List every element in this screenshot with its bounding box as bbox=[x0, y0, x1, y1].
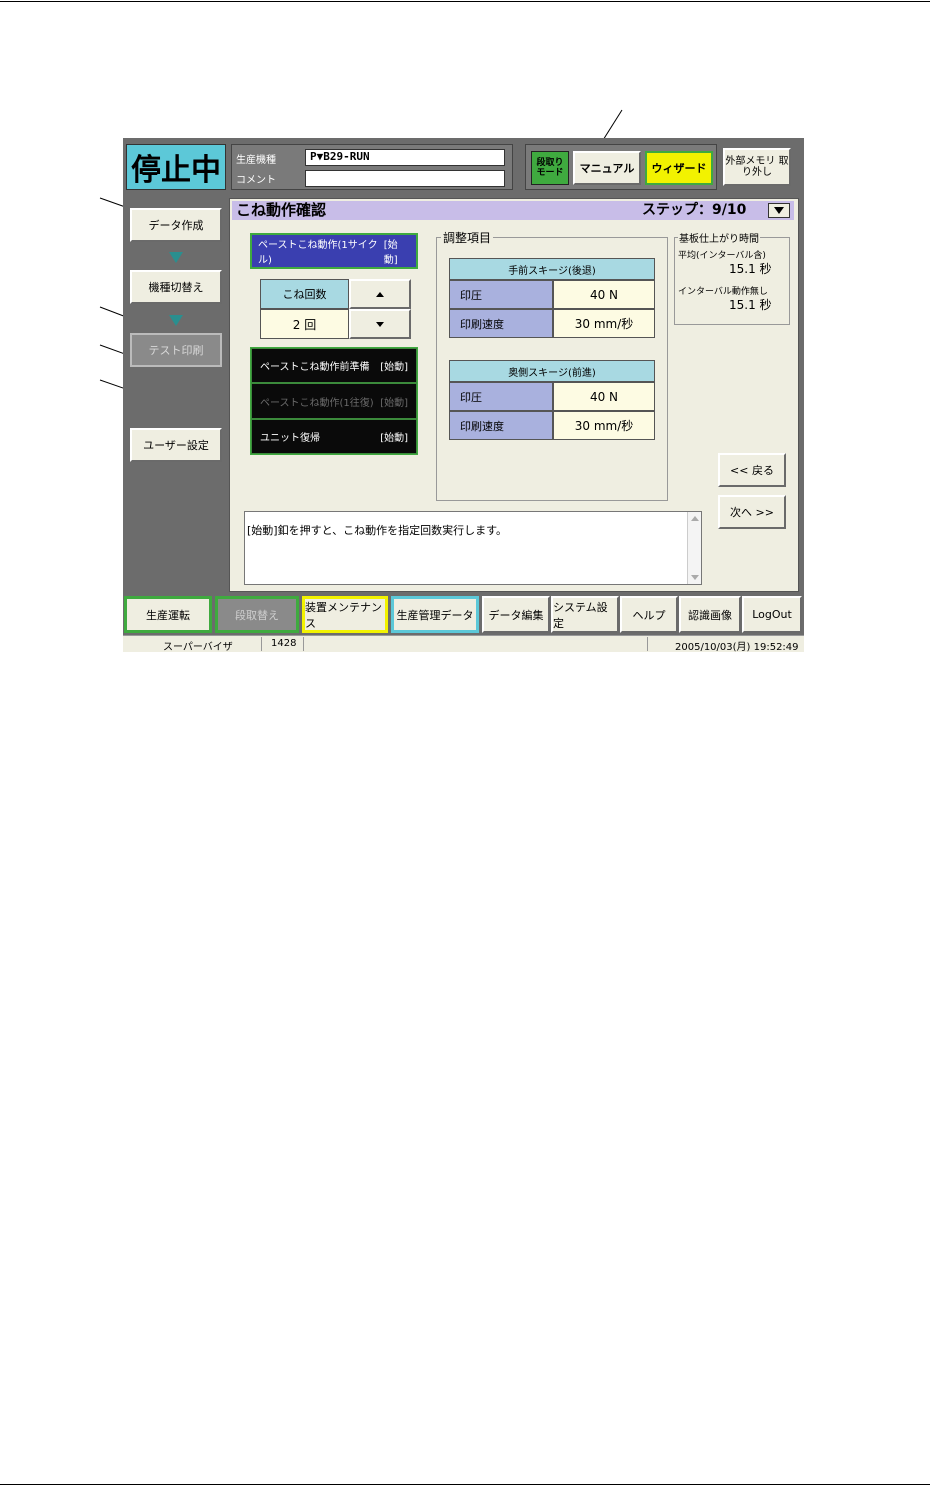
mode-group: 段取り モード マニュアル ウィザード bbox=[525, 144, 717, 190]
down-arrow-icon bbox=[169, 252, 183, 263]
count-box: こね回数 2 回 bbox=[260, 279, 412, 339]
sidebar-item-data-create[interactable]: データ作成 bbox=[130, 208, 222, 242]
unit-return-label: ユニット復帰 bbox=[260, 433, 320, 444]
main-panel: こね動作確認 ステップ：9/10 ペーストこね動作(1サイクル) [始動] こね… bbox=[229, 198, 799, 592]
tab-production-data[interactable]: 生産管理データ bbox=[391, 596, 479, 633]
tab-setup-change[interactable]: 段取替え bbox=[215, 596, 299, 633]
count-value: 2 回 bbox=[260, 309, 349, 339]
chevron-down-icon bbox=[774, 207, 784, 214]
sidebar: データ作成 機種切替え テスト印刷 ユーザー設定 bbox=[123, 196, 228, 592]
status-code: 1428 bbox=[271, 638, 297, 649]
rear-pressure-value[interactable]: 40 N bbox=[553, 382, 655, 411]
front-speed-label: 印刷速度 bbox=[449, 309, 553, 338]
tab-data-edit[interactable]: データ編集 bbox=[482, 596, 550, 633]
setup-mode-badge: 段取り モード bbox=[531, 151, 569, 185]
status-divider bbox=[647, 637, 648, 651]
setup-mode-label: 段取り モード bbox=[536, 158, 564, 178]
wizard-button[interactable]: ウィザード bbox=[645, 151, 713, 185]
rear-speed-label: 印刷速度 bbox=[449, 411, 553, 440]
model-field[interactable]: P▼B29-RUN bbox=[305, 149, 505, 166]
front-squeegee-title: 手前スキージ(後退) bbox=[449, 258, 655, 280]
external-memory-button[interactable]: 外部メモリ 取り外し bbox=[723, 148, 791, 186]
count-up-button[interactable] bbox=[349, 279, 411, 309]
triangle-up-icon bbox=[376, 291, 384, 297]
front-speed-value[interactable]: 30 mm/秒 bbox=[553, 309, 655, 338]
scroll-down-icon[interactable] bbox=[691, 575, 699, 580]
roundtrip-start-button[interactable]: ペーストこね動作(1往復) [始動] bbox=[251, 383, 417, 419]
status-bar: スーパーバイザ 1428 2005/10/03(月) 19:52:49 bbox=[123, 635, 804, 652]
sidebar-item-user-settings[interactable]: ユーザー設定 bbox=[130, 428, 222, 462]
front-pressure-label: 印圧 bbox=[449, 280, 553, 309]
count-down-button[interactable] bbox=[349, 309, 411, 339]
status-user: スーパーバイザ bbox=[163, 642, 233, 652]
tab-help[interactable]: ヘルプ bbox=[620, 596, 678, 633]
status-datetime: 2005/10/03(月) 19:52:49 bbox=[675, 642, 799, 652]
back-button[interactable]: << 戻る bbox=[718, 453, 786, 487]
paste-1cycle-label: ペーストこね動作(1サイクル) bbox=[258, 240, 378, 266]
model-label: 生産機種 bbox=[236, 155, 276, 166]
tab-system-settings[interactable]: システム設定 bbox=[551, 596, 619, 633]
roundtrip-label: ペーストこね動作(1往復) bbox=[260, 397, 374, 409]
hmi-screen: 停止中 生産機種 コメント P▼B29-RUN 段取り モード マニュアル ウィ… bbox=[123, 138, 804, 652]
status-divider bbox=[261, 637, 262, 651]
nointerval-value: 15.1 秒 bbox=[729, 298, 772, 312]
finish-time-group: 基板仕上がり時間 平均(インターバル含) 15.1 秒 インターバル動作無し 1… bbox=[674, 230, 790, 325]
rear-speed-value[interactable]: 30 mm/秒 bbox=[553, 411, 655, 440]
finish-time-title: 基板仕上がり時間 bbox=[678, 230, 760, 245]
sidebar-item-model-switch[interactable]: 機種切替え bbox=[130, 270, 222, 304]
scroll-up-icon[interactable] bbox=[691, 516, 699, 521]
title-bar: こね動作確認 ステップ：9/10 bbox=[232, 201, 794, 220]
comment-label: コメント bbox=[236, 175, 276, 186]
triangle-down-icon bbox=[376, 321, 384, 327]
adjust-group: 調整項目 手前スキージ(後退) 印圧 40 N 印刷速度 30 mm/秒 奥側ス… bbox=[436, 229, 668, 501]
tab-maintenance[interactable]: 装置メンテナンス bbox=[302, 596, 388, 633]
status-divider bbox=[303, 637, 304, 651]
next-button[interactable]: 次へ >> bbox=[718, 495, 786, 529]
prep-start-button[interactable]: ペーストこね動作前準備 [始動] bbox=[251, 348, 417, 383]
prep-label: ペーストこね動作前準備 bbox=[260, 362, 370, 373]
logout-button[interactable]: LogOut bbox=[742, 596, 802, 633]
step-dropdown-button[interactable] bbox=[768, 203, 790, 218]
count-label: こね回数 bbox=[260, 279, 349, 309]
avg-value: 15.1 秒 bbox=[729, 262, 772, 276]
step-indicator: ステップ：9/10 bbox=[642, 202, 747, 218]
status-indicator: 停止中 bbox=[126, 144, 226, 190]
sidebar-item-test-print[interactable]: テスト印刷 bbox=[130, 333, 222, 367]
manual-button[interactable]: マニュアル bbox=[573, 151, 641, 185]
paste-1cycle-start-button[interactable]: ペーストこね動作(1サイクル) [始動] bbox=[250, 233, 418, 269]
page-title: こね動作確認 bbox=[236, 201, 327, 219]
front-pressure-value[interactable]: 40 N bbox=[553, 280, 655, 309]
model-panel: 生産機種 コメント P▼B29-RUN bbox=[231, 144, 513, 190]
start-tag: [始動] bbox=[380, 397, 408, 409]
operation-block: ペーストこね動作前準備 [始動] ペーストこね動作(1往復) [始動] ユニット… bbox=[250, 347, 418, 455]
start-tag: [始動] bbox=[383, 240, 398, 266]
tab-recognition-image[interactable]: 認識画像 bbox=[679, 596, 741, 633]
bottom-tab-bar: 生産運転 段取替え 装置メンテナンス 生産管理データ データ編集 システム設定 … bbox=[123, 594, 804, 635]
rear-squeegee-title: 奥側スキージ(前進) bbox=[449, 360, 655, 382]
down-arrow-icon bbox=[169, 315, 183, 326]
message-text: [始動]釦を押すと、こね動作を指定回数実行します。 bbox=[247, 524, 508, 537]
start-tag: [始動] bbox=[380, 362, 408, 373]
rear-pressure-label: 印圧 bbox=[449, 382, 553, 411]
adjust-group-title: 調整項目 bbox=[441, 229, 494, 246]
message-area[interactable]: [始動]釦を押すと、こね動作を指定回数実行します。 bbox=[244, 511, 702, 585]
unit-return-start-button[interactable]: ユニット復帰 [始動] bbox=[251, 419, 417, 454]
comment-field[interactable] bbox=[305, 170, 505, 187]
bottom-rule bbox=[0, 1484, 930, 1485]
message-scrollbar[interactable] bbox=[687, 512, 701, 584]
tab-production[interactable]: 生産運転 bbox=[124, 596, 212, 633]
start-tag: [始動] bbox=[380, 433, 408, 444]
external-memory-label: 外部メモリ 取り外し bbox=[725, 156, 789, 178]
status-label: 停止中 bbox=[131, 153, 221, 188]
